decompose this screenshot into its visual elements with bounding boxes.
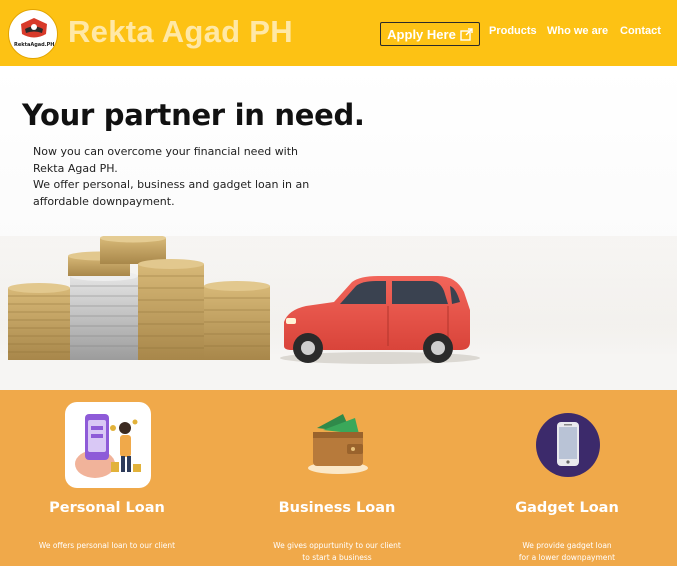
hero-description-line: affordable downpayment.: [33, 194, 175, 208]
brand-name[interactable]: Rekta Agad PH: [68, 14, 293, 50]
product-description: We gives oppurtunity to our client to st…: [237, 540, 437, 564]
product-description-line: We gives oppurtunity to our client: [273, 541, 401, 550]
product-description-line: We offers personal loan to our client: [38, 541, 176, 550]
apply-here-button[interactable]: Apply Here: [380, 22, 480, 46]
product-description: We provide gadget loan for a lower downp…: [467, 540, 667, 564]
external-link-icon: [460, 27, 473, 41]
product-title: Personal Loan: [49, 500, 165, 516]
products-section: Personal Loan We offers personal loan to…: [0, 390, 677, 566]
personal-loan-icon: [65, 402, 151, 488]
product-description: We offers personal loan to our client: [7, 540, 207, 552]
product-description-line: to start a business: [302, 553, 372, 562]
logo[interactable]: RektaAgad.PH: [8, 9, 58, 59]
site-header: RektaAgad.PH Rekta Agad PH Apply Here Pr…: [0, 0, 677, 66]
product-title: Gadget Loan: [515, 500, 619, 516]
logo-text: RektaAgad.PH: [14, 42, 55, 48]
smartphone-icon: [536, 413, 600, 477]
wallet-icon: [308, 414, 368, 474]
logo-icon: [21, 18, 47, 38]
nav-who-we-are[interactable]: Who we are: [547, 25, 608, 37]
hero-description: Now you can overcome your financial need…: [33, 144, 323, 210]
apply-here-label: Apply Here: [387, 26, 456, 42]
hero-description-line: Rekta Agad PH.: [33, 161, 118, 175]
nav-contact[interactable]: Contact: [620, 25, 661, 37]
hero-section: Your partner in need. Now you can overco…: [0, 66, 677, 390]
product-description-line: We provide gadget loan: [522, 541, 612, 550]
product-title: Business Loan: [278, 500, 396, 516]
hero-image: [0, 236, 677, 390]
hero-description-line: Now you can overcome your financial need…: [33, 145, 299, 158]
product-description-line: for a lower downpayment: [518, 553, 616, 562]
hero-description-line: We offer personal, business and gadget l…: [33, 178, 310, 191]
hero-title: Your partner in need.: [22, 98, 365, 132]
nav-products[interactable]: Products: [489, 25, 537, 37]
